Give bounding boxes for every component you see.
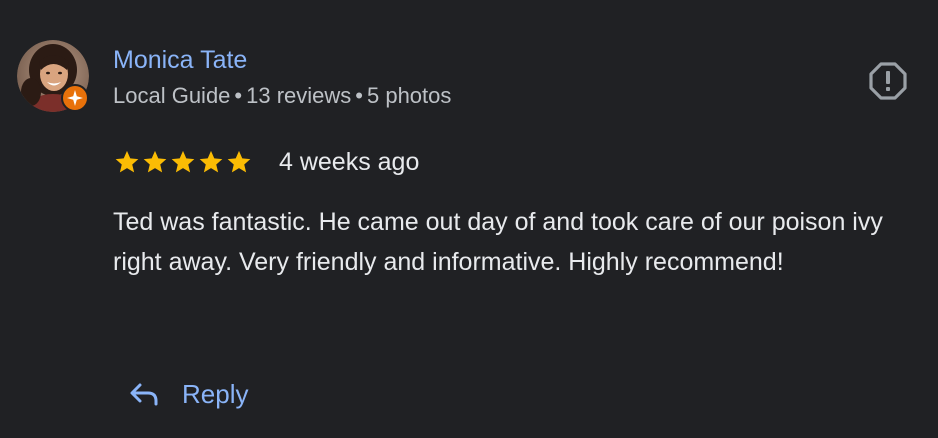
star-icon — [227, 150, 251, 173]
review-date: 4 weeks ago — [279, 148, 420, 176]
photos-count: 5 photos — [366, 83, 452, 108]
reviewer-avatar[interactable] — [17, 40, 89, 112]
reviewer-meta: Local Guide • 13 reviews • 5 photos — [113, 82, 451, 110]
review-text: Ted was fantastic. He came out day of an… — [113, 208, 883, 276]
local-guide-badge-icon — [61, 84, 89, 112]
flag-report-icon[interactable] — [868, 61, 908, 101]
star-icon — [115, 150, 139, 173]
star-rating — [113, 148, 253, 176]
star-icon — [171, 150, 195, 173]
meta-separator: • — [355, 83, 363, 108]
review-card: Monica Tate Local Guide • 13 reviews • 5 pho… — [0, 0, 938, 438]
reviewer-badge-label: Local Guide — [113, 83, 231, 108]
reviewer-name[interactable]: Monica Tate — [113, 44, 247, 76]
rating-row: 4 weeks ago — [113, 145, 419, 179]
star-icon — [143, 150, 167, 173]
star-icon — [199, 150, 223, 173]
reply-arrow-icon — [130, 383, 158, 406]
reply-label: Reply — [182, 379, 249, 409]
reviews-count: 13 reviews — [246, 83, 352, 108]
meta-separator: • — [234, 83, 243, 108]
reply-button[interactable]: Reply — [126, 372, 248, 416]
